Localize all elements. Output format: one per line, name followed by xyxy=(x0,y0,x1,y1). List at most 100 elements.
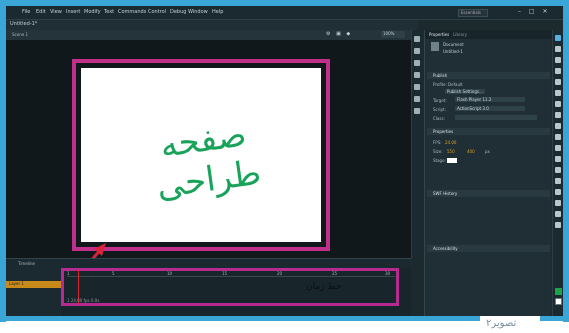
document-name: Untitled-1 xyxy=(443,49,463,54)
3d-rotation-tool-icon[interactable] xyxy=(555,68,561,74)
motion-presets-icon[interactable] xyxy=(414,96,420,102)
size-unit: px xyxy=(485,149,490,154)
tick-label: 20 xyxy=(277,271,283,276)
section-publish[interactable]: Publish xyxy=(427,72,550,79)
color-icon[interactable] xyxy=(414,36,420,42)
class-field[interactable] xyxy=(455,115,537,120)
size-height[interactable]: 400 xyxy=(467,149,475,154)
tick-label: 10 xyxy=(167,271,173,276)
document-icon xyxy=(431,42,439,51)
pen-tool-icon[interactable] xyxy=(555,90,561,96)
menu-debug[interactable]: Debug xyxy=(170,9,186,15)
class-label: Class: xyxy=(433,116,445,121)
frames-label-text: خط زمان xyxy=(306,282,342,292)
menu-bar: File Edit View Insert Modify Text Comman… xyxy=(6,6,563,20)
document-tab-bar: Untitled-1* xyxy=(6,20,418,30)
menu-modify[interactable]: Modify xyxy=(84,9,101,15)
zoom-tool-icon[interactable] xyxy=(555,222,561,228)
menu-view[interactable]: View xyxy=(50,9,62,15)
free-transform-tool-icon[interactable] xyxy=(555,57,561,63)
text-tool-icon[interactable] xyxy=(555,101,561,107)
properties-panel: Properties Library Document Untitled-1 P… xyxy=(424,30,552,316)
tick-label: 15 xyxy=(222,271,228,276)
profile-label: Profile: Default xyxy=(433,82,463,87)
document-tab[interactable]: Untitled-1* xyxy=(10,21,37,27)
fps-value[interactable]: 24.00 xyxy=(445,140,456,145)
swatches-icon[interactable] xyxy=(414,48,420,54)
fps-label: FPS: xyxy=(433,140,442,145)
section-swf-history[interactable]: SWF History xyxy=(427,190,550,197)
brush-tool-icon[interactable] xyxy=(555,145,561,151)
animate-app-window: File Edit View Insert Modify Text Comman… xyxy=(6,6,563,316)
zoom-select[interactable]: 100% xyxy=(381,31,405,38)
stroke-color-swatch[interactable] xyxy=(555,288,562,295)
section-properties[interactable]: Properties xyxy=(427,128,550,135)
rectangle-tool-icon[interactable] xyxy=(555,123,561,129)
tick-label: 1 xyxy=(67,271,70,276)
menu-file[interactable]: File xyxy=(22,9,30,15)
timeline-status: 1 24.00 fps 0.0s xyxy=(67,298,100,303)
lasso-tool-icon[interactable] xyxy=(555,79,561,85)
transform-icon[interactable] xyxy=(414,72,420,78)
pointer-arrow xyxy=(91,243,106,258)
tick-label: 5 xyxy=(112,271,115,276)
tick-label: 25 xyxy=(332,271,338,276)
frame-border-right xyxy=(563,0,569,322)
timeline-tab[interactable]: Timeline xyxy=(18,261,35,266)
pasteboard: صفحه طراحی xyxy=(6,40,411,258)
edit-bar: Scene 1 ⚙ ▣ ◆ 100% xyxy=(6,30,411,40)
menu-window[interactable]: Window xyxy=(188,9,208,15)
size-width[interactable]: 550 xyxy=(447,149,455,154)
stage-color-swatch[interactable] xyxy=(447,158,457,163)
library-icon[interactable] xyxy=(414,84,420,90)
layer-row[interactable]: Layer 1 xyxy=(6,281,61,288)
window-controls[interactable]: – □ ✕ xyxy=(518,8,551,15)
hand-tool-icon[interactable] xyxy=(555,211,561,217)
fill-color-swatch[interactable] xyxy=(555,298,562,305)
eraser-tool-icon[interactable] xyxy=(555,200,561,206)
script-label: Script: xyxy=(433,107,446,112)
eyedropper-tool-icon[interactable] xyxy=(555,189,561,195)
menu-control[interactable]: Control xyxy=(148,9,166,15)
script-select[interactable]: ActionScript 3.0 xyxy=(455,106,525,111)
figure-caption: تصویر۲ xyxy=(486,318,517,329)
tab-library[interactable]: Library xyxy=(453,32,467,37)
document-type: Document xyxy=(443,42,464,47)
bone-tool-icon[interactable] xyxy=(555,167,561,173)
section-accessibility[interactable]: Accessibility xyxy=(427,245,550,252)
scene-label[interactable]: Scene 1 xyxy=(12,32,28,37)
screenshot-frame: تصویر۲ File Edit View Insert Modify Text… xyxy=(0,0,569,333)
stage-label: Stage: xyxy=(433,158,446,163)
frame-border-bottom-right xyxy=(540,316,569,321)
menu-help[interactable]: Help xyxy=(212,9,223,15)
line-tool-icon[interactable] xyxy=(555,112,561,118)
target-select[interactable]: Flash Player 11.2 xyxy=(455,97,525,102)
edit-bar-icons[interactable]: ⚙ ▣ ◆ xyxy=(326,31,352,37)
target-label: Target: xyxy=(433,98,447,103)
menu-insert[interactable]: Insert xyxy=(66,9,80,15)
timeline-panel: Layer 1 1 5 10 15 20 25 30 خط زمان 1 24.… xyxy=(6,268,411,316)
subselection-tool-icon[interactable] xyxy=(555,46,561,52)
align-icon[interactable] xyxy=(414,60,420,66)
menu-commands[interactable]: Commands xyxy=(118,9,146,15)
layer-list: Layer 1 xyxy=(6,268,61,316)
deco-tool-icon[interactable] xyxy=(555,156,561,162)
properties-tab-bar: Properties Library xyxy=(425,30,552,39)
layer-name: Layer 1 xyxy=(9,281,24,286)
size-label: Size: xyxy=(433,149,443,154)
tab-properties[interactable]: Properties xyxy=(429,32,449,37)
frame-border-bottom xyxy=(0,316,480,321)
code-snippets-icon[interactable] xyxy=(414,108,420,114)
publish-settings-button[interactable]: Publish Settings... xyxy=(445,89,485,94)
frame-ruler[interactable]: 1 5 10 15 20 25 30 xyxy=(67,271,395,277)
timeline-header: Timeline xyxy=(6,258,411,268)
paint-bucket-tool-icon[interactable] xyxy=(555,178,561,184)
menu-edit[interactable]: Edit xyxy=(36,9,46,15)
pencil-tool-icon[interactable] xyxy=(555,134,561,140)
menu-text[interactable]: Text xyxy=(104,9,114,15)
panel-icon-strip xyxy=(411,30,421,258)
selection-tool-icon[interactable] xyxy=(555,35,561,41)
workspace-switcher[interactable]: Essentials xyxy=(458,9,488,17)
tick-label: 30 xyxy=(385,271,391,276)
tools-panel xyxy=(552,30,563,316)
